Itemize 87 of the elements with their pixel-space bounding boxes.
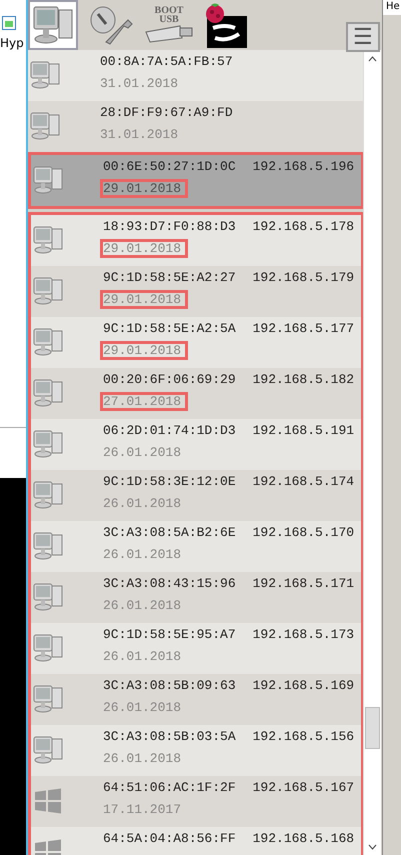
- mac-address: 18:93:D7:F0:88:D3: [103, 219, 236, 234]
- ip-address: 192.168.5.168: [252, 831, 354, 846]
- mac-address: 06:2D:01:74:1D:D3: [103, 423, 236, 438]
- computer-icon: [33, 684, 63, 714]
- window-label: He: [383, 0, 401, 15]
- date-label: 29.01.2018: [100, 290, 188, 309]
- ip-address: 192.168.5.182: [252, 372, 354, 387]
- date-label: 17.11.2017: [102, 801, 182, 819]
- computer-icon: [33, 165, 63, 195]
- computer-icon: [33, 378, 63, 408]
- mac-address: 9C:1D:58:5E:A2:27: [103, 270, 236, 285]
- computer-icon: [33, 429, 63, 459]
- ip-address: 192.168.5.173: [252, 627, 354, 642]
- device-row[interactable]: 3C:A3:08:5B:09:63 192.168.5.169 26.01.2018: [31, 674, 361, 725]
- usb-stick-icon: [144, 24, 194, 44]
- device-row[interactable]: 00:8A:7A:5A:FB:57 31.01.2018: [28, 50, 363, 101]
- date-label: 26.01.2018: [102, 444, 182, 462]
- date-label: 26.01.2018: [102, 597, 182, 615]
- window-label: Hyp: [0, 36, 25, 50]
- device-row[interactable]: 3C:A3:08:43:15:96 192.168.5.171 26.01.2018: [31, 572, 361, 623]
- date-label: 31.01.2018: [99, 126, 180, 144]
- device-row[interactable]: 9C:1D:58:3E:12:0E 192.168.5.174 26.01.2018: [31, 470, 361, 521]
- computer-icon: [30, 111, 60, 141]
- device-row[interactable]: 00:20:6F:06:69:29 192.168.5.182 27.01.2018: [31, 368, 361, 419]
- device-row[interactable]: 18:93:D7:F0:88:D3 192.168.5.178 29.01.2018: [31, 215, 361, 266]
- mac-address: 9C:1D:58:3E:12:0E: [103, 474, 236, 489]
- ip-address: 192.168.5.191: [252, 423, 354, 438]
- window-icon[interactable]: [2, 16, 16, 30]
- device-row[interactable]: 9C:1D:58:5E:A2:27 192.168.5.179 29.01.2018: [31, 266, 361, 317]
- computer-icon: [33, 327, 63, 357]
- date-label: 27.01.2018: [100, 392, 188, 411]
- mac-address: 28:DF:F9:67:A9:FD: [100, 105, 233, 120]
- menu-button[interactable]: ☰: [346, 22, 380, 52]
- mac-address: 00:6E:50:27:1D:0C: [103, 159, 236, 174]
- computer-icon: [33, 582, 63, 612]
- device-row[interactable]: 00:6E:50:27:1D:0C 192.168.5.196 29.01.2018: [31, 155, 361, 206]
- device-row[interactable]: 3C:A3:08:5B:03:5A 192.168.5.156 26.01.2018: [31, 725, 361, 776]
- date-label: 26.01.2018: [102, 750, 182, 768]
- device-row[interactable]: 06:2D:01:74:1D:D3 192.168.5.191 26.01.2018: [31, 419, 361, 470]
- mac-address: 3C:A3:08:43:15:96: [103, 576, 236, 591]
- ip-address: 192.168.5.177: [252, 321, 354, 336]
- date-label: 29.01.2018: [100, 239, 188, 258]
- mac-address: 9C:1D:58:5E:A2:5A: [103, 321, 236, 336]
- scrollbar-thumb[interactable]: [365, 707, 380, 749]
- mac-address: 3C:A3:08:5A:B2:6E: [103, 525, 236, 540]
- date-label: 26.01.2018: [102, 648, 182, 666]
- ip-address: 192.168.5.174: [252, 474, 354, 489]
- ip-address: 192.168.5.156: [252, 729, 354, 744]
- mac-address: 00:20:6F:06:69:29: [103, 372, 236, 387]
- date-label: 26.01.2018: [102, 546, 182, 564]
- device-row[interactable]: 64:5A:04:A8:56:FF 192.168.5.168: [31, 827, 361, 855]
- computer-icon: [33, 633, 63, 663]
- satellite-wrench-icon: [88, 4, 134, 46]
- windows-icon: [33, 786, 63, 816]
- mac-address: 64:5A:04:A8:56:FF: [103, 831, 236, 846]
- ip-address: 192.168.5.171: [252, 576, 354, 591]
- tool-button[interactable]: BOOT USB: [144, 0, 194, 50]
- ip-address: 192.168.5.170: [252, 525, 354, 540]
- computer-icon: [33, 276, 63, 306]
- computer-icon: [30, 60, 60, 90]
- device-row[interactable]: 3C:A3:08:5A:B2:6E 192.168.5.170 26.01.2018: [31, 521, 361, 572]
- scrollbar[interactable]: [363, 50, 381, 855]
- device-row[interactable]: 64:51:06:AC:1F:2F 192.168.5.167 17.11.2017: [31, 776, 361, 827]
- date-label: 29.01.2018: [100, 179, 188, 198]
- computer-icon: [33, 480, 63, 510]
- date-label: 26.01.2018: [102, 495, 182, 513]
- computer-icon: [33, 225, 63, 255]
- mac-address: 00:8A:7A:5A:FB:57: [100, 54, 233, 69]
- mac-address: 3C:A3:08:5B:09:63: [103, 678, 236, 693]
- device-row[interactable]: 9C:1D:58:5E:A2:5A 192.168.5.177 29.01.2018: [31, 317, 361, 368]
- date-label: 26.01.2018: [102, 699, 182, 717]
- device-row[interactable]: 28:DF:F9:67:A9:FD 31.01.2018: [28, 101, 363, 152]
- computer-icon: [33, 735, 63, 765]
- mac-address: 3C:A3:08:5B:03:5A: [103, 729, 236, 744]
- ip-address: 192.168.5.167: [252, 780, 354, 795]
- ip-address: 192.168.5.169: [252, 678, 354, 693]
- computer-icon: [31, 4, 75, 46]
- mac-address: 64:51:06:AC:1F:2F: [103, 780, 236, 795]
- ip-address: 192.168.5.196: [252, 159, 354, 174]
- date-label: 29.01.2018: [100, 341, 188, 360]
- ip-address: 192.168.5.179: [252, 270, 354, 285]
- date-label: 31.01.2018: [99, 75, 180, 93]
- boot-usb-label: BOOT USB: [154, 6, 184, 24]
- mac-address: 9C:1D:58:5E:95:A7: [103, 627, 236, 642]
- device-row[interactable]: 9C:1D:58:5E:95:A7 192.168.5.173 26.01.2018: [31, 623, 361, 674]
- computer-icon: [33, 531, 63, 561]
- ip-address: 192.168.5.178: [252, 219, 354, 234]
